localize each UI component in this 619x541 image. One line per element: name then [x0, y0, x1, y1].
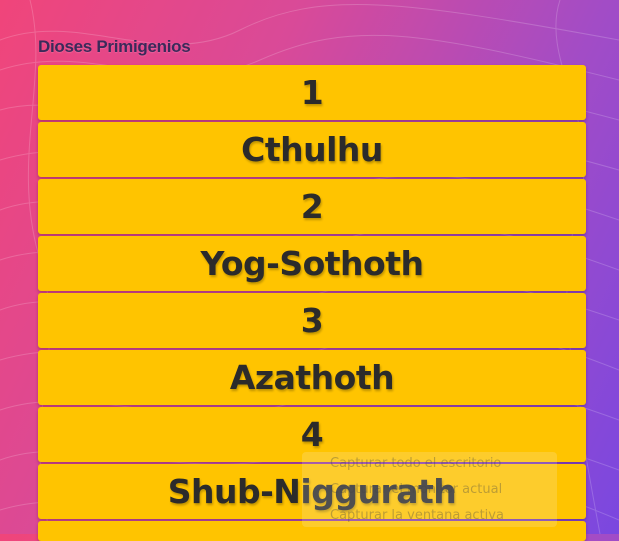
tile-label: 3	[300, 301, 324, 340]
menu-item-capture-monitor[interactable]: Capturar el monitor actual	[302, 480, 557, 506]
tile-yog-sothoth[interactable]: Yog-Sothoth	[38, 236, 586, 291]
tile-label: Yog-Sothoth	[200, 244, 424, 283]
screenshot-context-menu: Capturar todo el escritorio Capturar el …	[302, 452, 557, 527]
tile-number-3[interactable]: 3	[38, 293, 586, 348]
tile-label: Cthulhu	[241, 130, 383, 169]
tile-label: 4	[300, 415, 324, 454]
tile-number-2[interactable]: 2	[38, 179, 586, 234]
tile-label: 2	[300, 187, 324, 226]
tile-label: 1	[300, 73, 324, 112]
tile-label: Azathoth	[229, 358, 395, 397]
tile-azathoth[interactable]: Azathoth	[38, 350, 586, 405]
tile-cthulhu[interactable]: Cthulhu	[38, 122, 586, 177]
tile-number-1[interactable]: 1	[38, 65, 586, 120]
activity-title: Dioses Primigenios	[38, 37, 191, 56]
menu-item-capture-window[interactable]: Capturar la ventana activa	[302, 506, 557, 532]
menu-item-capture-desktop[interactable]: Capturar todo el escritorio	[302, 454, 557, 480]
